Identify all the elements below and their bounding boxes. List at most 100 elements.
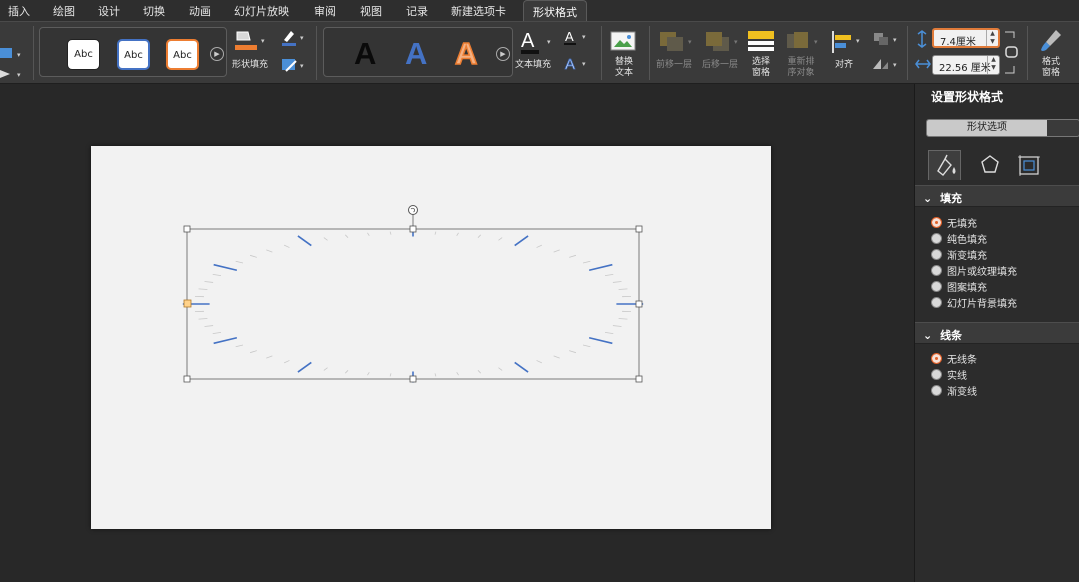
alt-text-icon[interactable] bbox=[609, 30, 639, 54]
shape-effects-icon[interactable]: ▾ bbox=[280, 56, 308, 76]
shape-style-orange-outline[interactable]: Abc bbox=[166, 39, 199, 70]
tab-insert[interactable]: 插入 bbox=[8, 3, 30, 19]
resize-handle-bottom-left[interactable] bbox=[183, 375, 191, 383]
shape-styles-gallery: Abc Abc Abc ▶ bbox=[39, 27, 227, 77]
minor-tick bbox=[553, 249, 560, 253]
wordart-black[interactable]: A bbox=[354, 36, 376, 72]
shape-style-blue-outline[interactable]: Abc bbox=[117, 39, 150, 70]
text-outline-icon[interactable]: A ▾ bbox=[562, 28, 592, 48]
options-segmented-control[interactable]: 形状选项 bbox=[926, 119, 1079, 137]
minor-tick bbox=[266, 249, 273, 253]
radio[interactable] bbox=[931, 249, 942, 260]
shape-height-field[interactable]: 7.4厘米 ▲ ▼ bbox=[932, 28, 1000, 48]
shape-height-value: 7.4厘米 bbox=[940, 37, 976, 48]
resize-handle-top[interactable] bbox=[409, 225, 417, 233]
svg-text:▾: ▾ bbox=[734, 38, 738, 46]
tab-slideshow[interactable]: 幻灯片放映 bbox=[234, 3, 289, 19]
minor-tick bbox=[235, 260, 244, 264]
shape-outline-icon[interactable]: ▾ bbox=[280, 28, 308, 48]
rotate-objects-icon[interactable]: ▾ bbox=[871, 55, 903, 75]
shape-width-field[interactable]: 22.56 厘米 ▲ ▼ bbox=[932, 55, 1000, 75]
minor-tick bbox=[323, 367, 328, 371]
tab-review[interactable]: 审阅 bbox=[314, 3, 336, 19]
line-option-none[interactable]: 无线条 bbox=[931, 353, 977, 367]
size-properties-icon bbox=[1018, 155, 1040, 176]
selection-pane-icon[interactable] bbox=[746, 28, 776, 56]
line-section-header[interactable]: ⌄ 线条 bbox=[915, 322, 1079, 344]
line-option-solid[interactable]: 实线 bbox=[931, 369, 967, 383]
fill-option-slide-background[interactable]: 幻灯片背景填充 bbox=[931, 297, 1017, 311]
resize-handle-left[interactable] bbox=[183, 299, 192, 308]
group-objects-icon[interactable]: ▾ bbox=[871, 30, 903, 50]
height-stepper[interactable]: ▲ ▼ bbox=[986, 30, 998, 46]
wordart-blue[interactable]: A bbox=[405, 36, 427, 72]
fill-option-gradient[interactable]: 渐变填充 bbox=[931, 249, 987, 263]
minor-tick bbox=[367, 232, 370, 236]
line-option-gradient[interactable]: 渐变线 bbox=[931, 385, 977, 399]
radio-selected[interactable] bbox=[931, 353, 942, 364]
send-backward-icon[interactable]: ▾ bbox=[702, 30, 742, 54]
lock-aspect-ratio-icon[interactable] bbox=[1002, 30, 1020, 76]
tab-new-tab[interactable]: 新建选项卡 bbox=[451, 3, 506, 19]
fill-option-pattern[interactable]: 图案填充 bbox=[931, 281, 987, 295]
width-stepper[interactable]: ▲ ▼ bbox=[987, 56, 999, 74]
tab-animations[interactable]: 动画 bbox=[189, 3, 211, 19]
minor-tick bbox=[198, 318, 208, 320]
fill-option-solid[interactable]: 纯色填充 bbox=[931, 233, 987, 247]
align-icon[interactable]: ▾ bbox=[829, 28, 865, 56]
tab-draw[interactable]: 绘图 bbox=[53, 3, 75, 19]
resize-handle-bottom-right[interactable] bbox=[635, 375, 643, 383]
shape-style-black-outline[interactable]: Abc bbox=[67, 39, 100, 70]
fill-option-none[interactable]: 无填充 bbox=[931, 217, 977, 231]
shape-fill-icon[interactable]: ▾ bbox=[232, 28, 268, 54]
line-section-title: 线条 bbox=[940, 329, 963, 342]
shape-selection-frame[interactable] bbox=[186, 228, 640, 380]
tab-record[interactable]: 记录 bbox=[406, 3, 428, 19]
minor-tick bbox=[618, 288, 628, 290]
minor-tick bbox=[569, 254, 577, 258]
radio[interactable] bbox=[931, 233, 942, 244]
tab-view[interactable]: 视图 bbox=[360, 3, 382, 19]
selected-shape-layer[interactable] bbox=[91, 146, 771, 529]
wordart-orange[interactable]: A bbox=[454, 35, 478, 72]
resize-handle-bottom[interactable] bbox=[409, 375, 417, 383]
text-fill-icon[interactable]: A ▾ bbox=[518, 28, 556, 56]
resize-handle-right[interactable] bbox=[635, 300, 643, 308]
text-effects-icon[interactable]: A ▾ bbox=[562, 55, 592, 75]
svg-text:▾: ▾ bbox=[893, 36, 897, 44]
svg-text:A: A bbox=[565, 29, 574, 44]
rotate-handle-icon[interactable] bbox=[408, 205, 418, 215]
slide[interactable] bbox=[91, 146, 771, 529]
fill-option-picture[interactable]: 图片或纹理填充 bbox=[931, 265, 1017, 279]
shape-options-segment[interactable]: 形状选项 bbox=[927, 120, 1047, 136]
alt-text-label: 替换 文本 bbox=[614, 57, 633, 78]
minor-tick bbox=[536, 360, 543, 364]
shape-width-value: 22.56 厘米 bbox=[939, 63, 991, 74]
radio[interactable] bbox=[931, 297, 942, 308]
format-pane-icon[interactable] bbox=[1038, 28, 1064, 54]
bring-forward-icon[interactable]: ▾ bbox=[656, 30, 696, 54]
resize-handle-top-left[interactable] bbox=[183, 225, 191, 233]
fill-section-header[interactable]: ⌄ 填充 bbox=[915, 185, 1079, 207]
fill-section-title: 填充 bbox=[940, 192, 963, 205]
minor-tick bbox=[618, 318, 628, 320]
size-properties-tab[interactable] bbox=[1012, 150, 1045, 180]
tab-shape-format[interactable]: 形状格式 bbox=[523, 0, 587, 21]
tab-transitions[interactable]: 切换 bbox=[143, 3, 165, 19]
minor-tick bbox=[612, 281, 622, 283]
fill-line-tab[interactable] bbox=[928, 150, 961, 180]
resize-handle-top-right[interactable] bbox=[635, 225, 643, 233]
tab-design[interactable]: 设计 bbox=[98, 3, 120, 19]
reorder-objects-icon[interactable]: ▾ bbox=[785, 30, 825, 54]
radio-selected[interactable] bbox=[931, 217, 942, 228]
gallery-more-icon[interactable]: ▶ bbox=[210, 47, 224, 61]
format-pane-label: 格式 窗格 bbox=[1041, 57, 1060, 78]
chevron-down-icon: ⌄ bbox=[923, 329, 933, 342]
radio[interactable] bbox=[931, 385, 942, 396]
effects-tab[interactable] bbox=[974, 150, 1007, 180]
wordart-more-icon[interactable]: ▶ bbox=[496, 47, 510, 61]
minor-tick bbox=[604, 274, 614, 277]
radio[interactable] bbox=[931, 281, 942, 292]
radio[interactable] bbox=[931, 369, 942, 380]
radio[interactable] bbox=[931, 265, 942, 276]
